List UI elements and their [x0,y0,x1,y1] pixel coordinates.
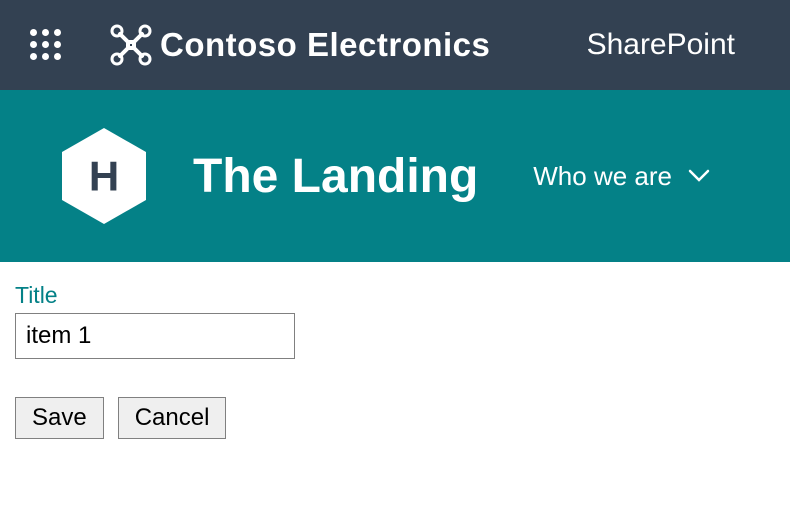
tenant-name: Contoso Electronics [160,26,490,64]
app-launcher-icon[interactable] [30,29,62,61]
nav-who-we-are[interactable]: Who we are [533,161,710,192]
site-header: H The Landing Who we are [0,90,790,262]
form-area: Title Save Cancel [0,262,790,459]
chevron-down-icon [688,169,710,183]
hexagon-icon: H [60,126,148,226]
suite-bar: Contoso Electronics SharePoint [0,0,790,90]
svg-text:H: H [89,153,119,200]
title-label: Title [15,282,775,309]
save-button[interactable]: Save [15,397,104,439]
drone-icon [110,24,152,66]
nav-item-label: Who we are [533,161,672,192]
site-logo[interactable]: H [60,126,148,226]
title-input[interactable] [15,313,295,359]
tenant-brand[interactable]: Contoso Electronics [110,24,490,66]
app-name[interactable]: SharePoint [587,28,735,62]
cancel-button[interactable]: Cancel [118,397,227,439]
button-row: Save Cancel [15,397,775,439]
site-title[interactable]: The Landing [193,149,478,204]
